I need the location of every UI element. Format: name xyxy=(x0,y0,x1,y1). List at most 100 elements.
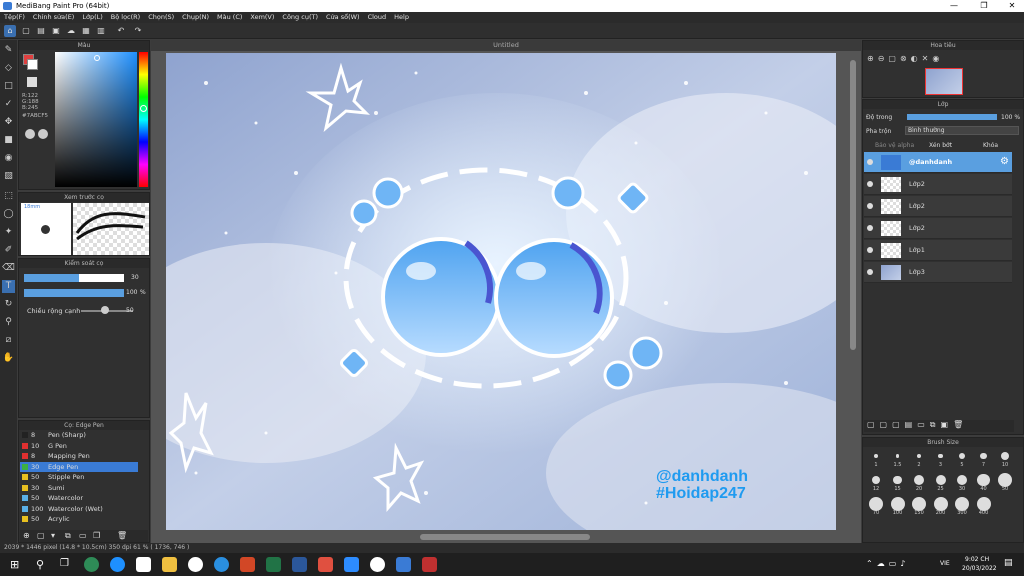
color-picker-cursor[interactable] xyxy=(94,55,100,61)
brush-list-item[interactable]: 50 Stipple Pen xyxy=(20,472,138,482)
layer-footer-tools[interactable]: ▢▢▢▤▭⧉▣🗑 xyxy=(864,420,1014,432)
folder-icon[interactable]: ▭ xyxy=(79,531,87,540)
word-icon[interactable] xyxy=(292,557,307,572)
maximize-button[interactable]: ❐ xyxy=(970,0,998,12)
app-icon-6[interactable] xyxy=(214,557,229,572)
eye-icon[interactable] xyxy=(867,269,873,275)
file-explorer-icon[interactable] xyxy=(162,557,177,572)
new-file-icon[interactable]: ▢ xyxy=(20,25,32,37)
language-indicator[interactable]: VIE xyxy=(940,560,950,567)
layer-row[interactable]: Lớp2 xyxy=(864,174,1012,195)
select-tool-icon[interactable]: ⬚ xyxy=(2,190,15,203)
gear-icon[interactable]: ⚙ xyxy=(1000,156,1009,167)
undo-icon[interactable]: ↶ xyxy=(115,25,127,37)
copy-brush-icon[interactable]: ⧉ xyxy=(65,531,71,541)
brush-size-option[interactable] xyxy=(935,475,946,485)
brush-list-item[interactable]: 50 Acrylic xyxy=(20,514,138,524)
chrome-icon-2[interactable] xyxy=(370,557,385,572)
brush-options-icon[interactable]: ▾ xyxy=(51,531,55,540)
brush-list-item[interactable]: 8 Pen (Sharp) xyxy=(20,430,138,440)
powerpoint-icon[interactable] xyxy=(240,557,255,572)
menu-help[interactable]: Help xyxy=(390,12,413,21)
app-icon-3[interactable] xyxy=(136,557,151,572)
wand-tool-icon[interactable]: ✦ xyxy=(2,226,15,239)
eye-icon[interactable] xyxy=(867,203,873,209)
clipping-checkbox[interactable]: Xén bớt xyxy=(929,142,952,149)
rect-tool-icon[interactable]: ■ xyxy=(2,134,15,147)
select-eraser-icon[interactable]: ⌫ xyxy=(2,262,15,275)
divide-tool-icon[interactable]: ⧄ xyxy=(2,334,15,347)
save-icon[interactable]: ▣ xyxy=(50,25,62,37)
task-view-icon[interactable]: ❐ xyxy=(60,558,69,569)
hand-tool-icon[interactable]: ✋ xyxy=(2,352,15,365)
layer-row[interactable]: Lớp2 xyxy=(864,196,1012,217)
brush-size-option[interactable] xyxy=(980,452,987,460)
redo-icon[interactable]: ↷ xyxy=(132,25,144,37)
palette-icon[interactable] xyxy=(25,129,35,139)
menu-color[interactable]: Màu (C) xyxy=(213,12,246,21)
brush-size-option[interactable] xyxy=(890,497,905,511)
brush-size-option[interactable] xyxy=(1001,452,1009,460)
minimize-button[interactable]: — xyxy=(940,0,968,12)
layer-row[interactable]: Lớp2 xyxy=(864,218,1012,239)
notification-icon[interactable]: ▤ xyxy=(1004,558,1013,568)
lock-checkbox[interactable]: Khóa xyxy=(983,142,998,149)
zoom-icon[interactable] xyxy=(344,557,359,572)
brush-list-item[interactable]: 100 Watercolor (Wet) xyxy=(20,504,138,514)
edge-icon[interactable] xyxy=(110,557,125,572)
eye-icon[interactable] xyxy=(867,181,873,187)
brush-size-option[interactable] xyxy=(977,473,990,487)
brush-size-option[interactable] xyxy=(893,475,902,485)
brush-list-item[interactable]: 50 Watercolor xyxy=(20,493,138,503)
eye-icon[interactable] xyxy=(867,159,873,165)
pen-tool-icon[interactable]: ✓ xyxy=(2,98,15,111)
brush-size-option[interactable] xyxy=(872,476,880,484)
fill-tool-icon[interactable]: ◉ xyxy=(2,152,15,165)
shape-tool-icon[interactable]: □ xyxy=(2,80,15,93)
brush-size-option[interactable] xyxy=(869,497,883,511)
eyedropper-tool-icon[interactable]: ⚲ xyxy=(2,316,15,329)
brush-size-option[interactable] xyxy=(874,454,878,458)
delete-brush-icon[interactable]: 🗑 xyxy=(117,531,127,540)
menu-layer[interactable]: Lớp(L) xyxy=(78,12,106,21)
layer-row[interactable]: Lớp1 xyxy=(864,240,1012,261)
opacity-slider[interactable] xyxy=(24,289,124,297)
transparent-swatch[interactable] xyxy=(27,77,37,87)
layer-row[interactable]: Lớp3 xyxy=(864,262,1012,283)
horizontal-scrollbar[interactable] xyxy=(420,534,590,540)
navigator-thumbnail[interactable] xyxy=(925,68,963,95)
brush-size-option[interactable] xyxy=(914,475,924,485)
layer-opacity-slider[interactable] xyxy=(907,114,997,120)
menu-tools[interactable]: Công cụ(T) xyxy=(278,12,322,21)
operation-tool-icon[interactable]: ↻ xyxy=(2,298,15,311)
search-icon[interactable]: ⚲ xyxy=(36,558,44,571)
eye-icon[interactable] xyxy=(867,225,873,231)
brush-list-item[interactable]: 10 G Pen xyxy=(20,441,138,451)
color-wheel-icon[interactable] xyxy=(38,129,48,139)
menu-snap[interactable]: Chụp(N) xyxy=(178,12,213,21)
menu-edit[interactable]: Chỉnh sửa(E) xyxy=(29,12,78,21)
hue-slider[interactable] xyxy=(139,52,148,187)
menu-cloud[interactable]: Cloud xyxy=(364,12,391,21)
brush-size-option[interactable] xyxy=(955,497,969,511)
brush-list-item[interactable]: 30 Edge Pen xyxy=(20,461,138,472)
panel-icon[interactable]: ▥ xyxy=(95,25,107,37)
text-tool-icon[interactable]: T xyxy=(2,280,15,293)
close-button[interactable]: ✕ xyxy=(998,0,1024,12)
chrome-icon[interactable] xyxy=(188,557,203,572)
hue-cursor[interactable] xyxy=(140,105,147,112)
home-icon[interactable]: ⌂ xyxy=(4,25,16,37)
menu-select[interactable]: Chọn(S) xyxy=(144,12,178,21)
blend-select[interactable]: Bình thường xyxy=(905,126,1019,135)
duplicate-icon[interactable]: ❐ xyxy=(93,531,100,540)
select-pen-icon[interactable]: ✐ xyxy=(2,244,15,257)
menu-view[interactable]: Xem(V) xyxy=(246,12,278,21)
eye-icon[interactable] xyxy=(867,247,873,253)
saturation-value-picker[interactable] xyxy=(55,52,137,187)
menu-filter[interactable]: Bộ lọc(R) xyxy=(107,12,144,21)
app-icon-10[interactable] xyxy=(318,557,333,572)
brush-list-item[interactable]: 8 Mapping Pen xyxy=(20,451,138,461)
excel-icon[interactable] xyxy=(266,557,281,572)
navigator-tools[interactable]: ⊕⊖▢⊗◐✕◉ xyxy=(867,54,943,63)
windows-start-icon[interactable]: ⊞ xyxy=(10,558,19,571)
